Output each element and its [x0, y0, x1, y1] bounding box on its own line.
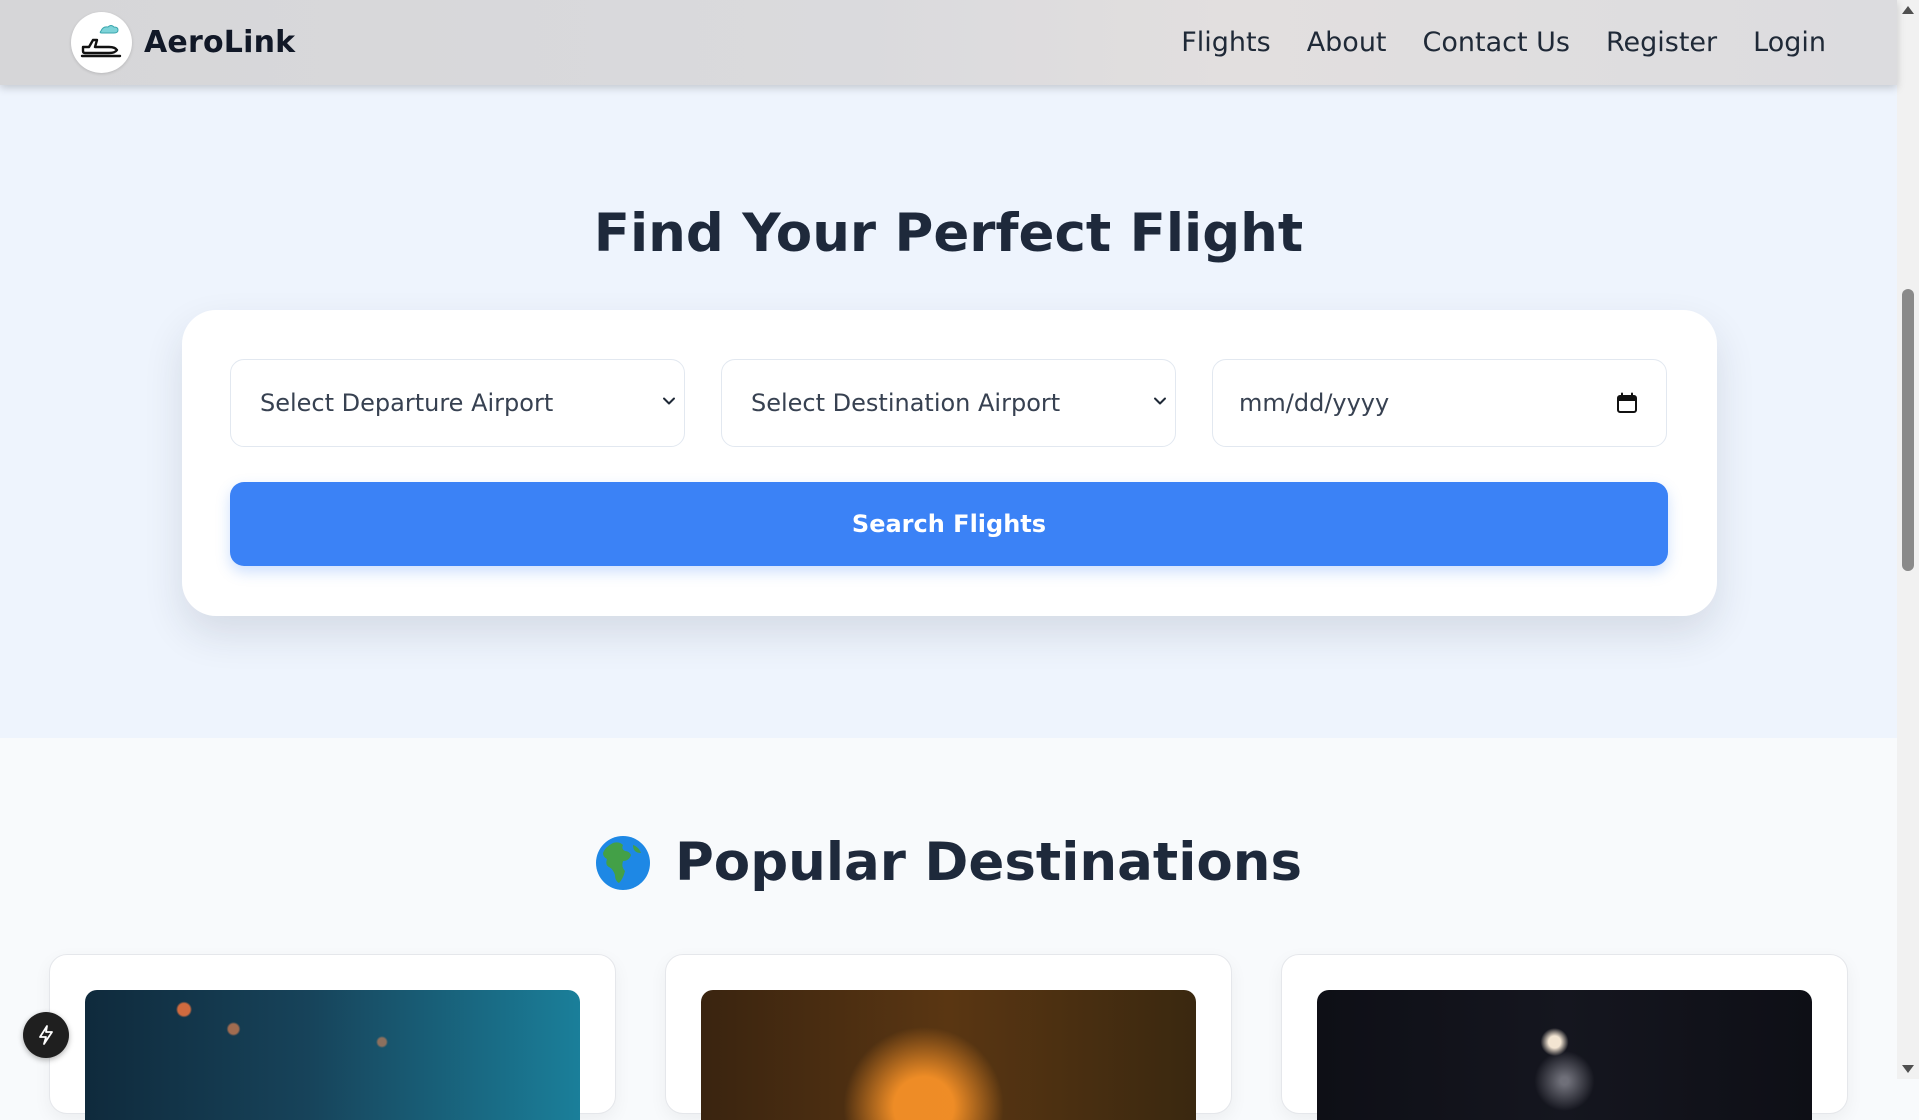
destination-image [1317, 990, 1812, 1120]
date-placeholder: mm/dd/yyyy [1239, 389, 1390, 417]
vertical-scrollbar[interactable] [1897, 0, 1919, 1079]
popular-destinations-heading: Popular Destinations [0, 832, 1897, 893]
destination-airport-select[interactable]: Select Destination Airport [721, 359, 1176, 447]
nav-link-login[interactable]: Login [1753, 27, 1826, 58]
nav-link-flights[interactable]: Flights [1181, 27, 1270, 58]
departure-select-value: Select Departure Airport [260, 389, 554, 417]
destination-select-value: Select Destination Airport [751, 389, 1061, 417]
brand-name: AeroLink [144, 25, 296, 60]
popular-destinations-title: Popular Destinations [674, 832, 1303, 893]
departure-airport-select[interactable]: Select Departure Airport [230, 359, 685, 447]
destination-card[interactable] [1281, 954, 1848, 1120]
chevron-down-icon [1154, 397, 1166, 405]
destination-image [85, 990, 580, 1120]
scroll-down-arrow-icon[interactable] [1902, 1065, 1914, 1073]
nav-link-about[interactable]: About [1307, 27, 1387, 58]
globe-icon [595, 835, 650, 890]
lightning-icon [39, 1025, 53, 1045]
flight-search-card: Select Departure Airport Select Destinat… [182, 310, 1717, 616]
destination-card[interactable] [49, 954, 616, 1120]
hero-section: Find Your Perfect Flight Select Departur… [0, 85, 1897, 738]
scrollbar-thumb[interactable] [1902, 289, 1914, 571]
nav-link-register[interactable]: Register [1606, 27, 1717, 58]
calendar-icon[interactable] [1616, 392, 1638, 414]
destination-card[interactable] [665, 954, 1232, 1120]
navbar: AeroLink Flights About Contact Us Regist… [0, 0, 1897, 85]
destination-image [701, 990, 1196, 1120]
nav-link-contact[interactable]: Contact Us [1423, 27, 1570, 58]
chevron-down-icon [663, 397, 675, 405]
hero-title: Find Your Perfect Flight [593, 203, 1304, 264]
travel-date-input[interactable]: mm/dd/yyyy [1212, 359, 1667, 447]
airplane-logo-icon [71, 12, 132, 73]
brand-logo-link[interactable]: AeroLink [71, 12, 295, 73]
lightning-fab-button[interactable] [23, 1012, 69, 1058]
search-flights-button[interactable]: Search Flights [230, 482, 1668, 566]
scroll-up-arrow-icon[interactable] [1902, 6, 1914, 14]
nav-links: Flights About Contact Us Register Login [1145, 0, 1826, 85]
